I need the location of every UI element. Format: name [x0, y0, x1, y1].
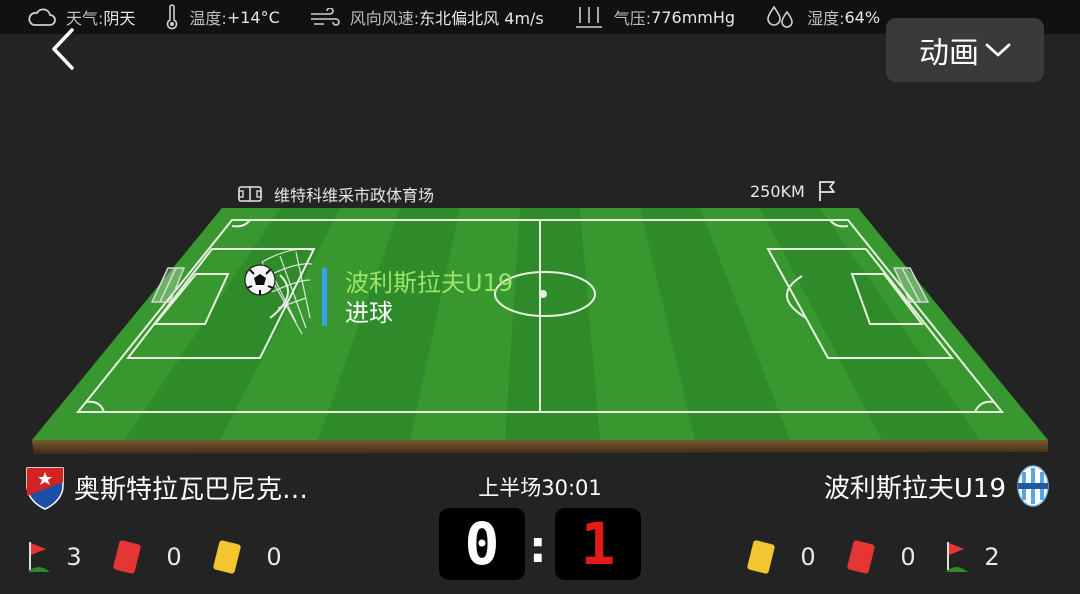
yellow-card-icon: [746, 539, 776, 575]
away-score: 1: [555, 508, 641, 580]
home-score: 0: [439, 508, 525, 580]
score-separator: :: [529, 522, 547, 573]
match-period-time: 上半场30:01: [478, 476, 602, 500]
temperature-label: 温度:: [189, 9, 227, 28]
chevron-down-icon: [985, 43, 1011, 57]
event-team: 波利斯拉夫U19: [345, 269, 514, 297]
thermometer-icon: [167, 4, 178, 30]
animation-label: 动画: [919, 36, 979, 71]
event-type: 进球: [345, 299, 393, 327]
away-corners: 2: [984, 543, 1000, 571]
pressure-label: 气压:: [613, 9, 652, 28]
pressure-value: 776mmHg: [651, 7, 736, 27]
weather-wind: 风向风速: 东北偏北风 4m/s: [310, 5, 544, 29]
pressure-icon: [575, 7, 602, 28]
corner-flag-icon: [946, 542, 968, 572]
away-red-cards: 0: [900, 543, 916, 571]
away-stats: 0 0 2: [746, 539, 1014, 575]
weather-condition-value: 阴天: [103, 9, 136, 28]
away-team-name: 波利斯拉夫U19: [823, 473, 1006, 504]
weather-temperature: 温度: +14°C: [165, 4, 280, 30]
home-team[interactable]: 奥斯特拉瓦巴尼克…: [24, 464, 308, 510]
away-team-logo-icon: [1017, 465, 1049, 507]
away-yellow-cards: 0: [800, 543, 816, 571]
red-card-icon: [112, 539, 142, 575]
wind-value: 东北偏北风 4m/s: [419, 9, 544, 28]
temperature-value: +14°C: [226, 7, 280, 27]
humidity-label: 湿度:: [807, 9, 845, 28]
wind-label: 风向风速:: [349, 9, 420, 28]
distance-value: 250KM: [750, 181, 805, 201]
home-red-cards: 0: [166, 543, 182, 571]
chevron-left-icon: [52, 28, 74, 70]
animation-dropdown-button[interactable]: 动画: [886, 18, 1044, 82]
football-icon: [244, 264, 276, 296]
event-notification: 波利斯拉夫U19 进球: [322, 268, 514, 327]
football-pitch: [32, 208, 1048, 454]
home-stats: 3 0 0: [26, 539, 296, 575]
yellow-card-icon: [212, 539, 242, 575]
away-team[interactable]: 波利斯拉夫U19: [824, 464, 1050, 508]
flag-icon: [818, 181, 835, 201]
cloud-icon: [28, 8, 56, 26]
corner-flag-icon: [28, 542, 50, 572]
humidity-value: 64%: [844, 7, 881, 27]
wind-icon: [310, 8, 340, 26]
back-button[interactable]: [44, 26, 84, 72]
weather-humidity: 湿度: 64%: [765, 4, 880, 30]
home-team-name: 奥斯特拉瓦巴尼克…: [74, 474, 309, 505]
home-yellow-cards: 0: [266, 543, 282, 571]
home-corners: 3: [66, 543, 82, 571]
distance-info: 250KM: [750, 180, 837, 202]
home-team-logo-icon: [26, 467, 64, 510]
droplets-icon: [767, 5, 793, 28]
pitch-soil: [32, 440, 1048, 454]
red-card-icon: [846, 539, 876, 575]
weather-pressure: 气压: 776mmHg: [574, 5, 735, 29]
